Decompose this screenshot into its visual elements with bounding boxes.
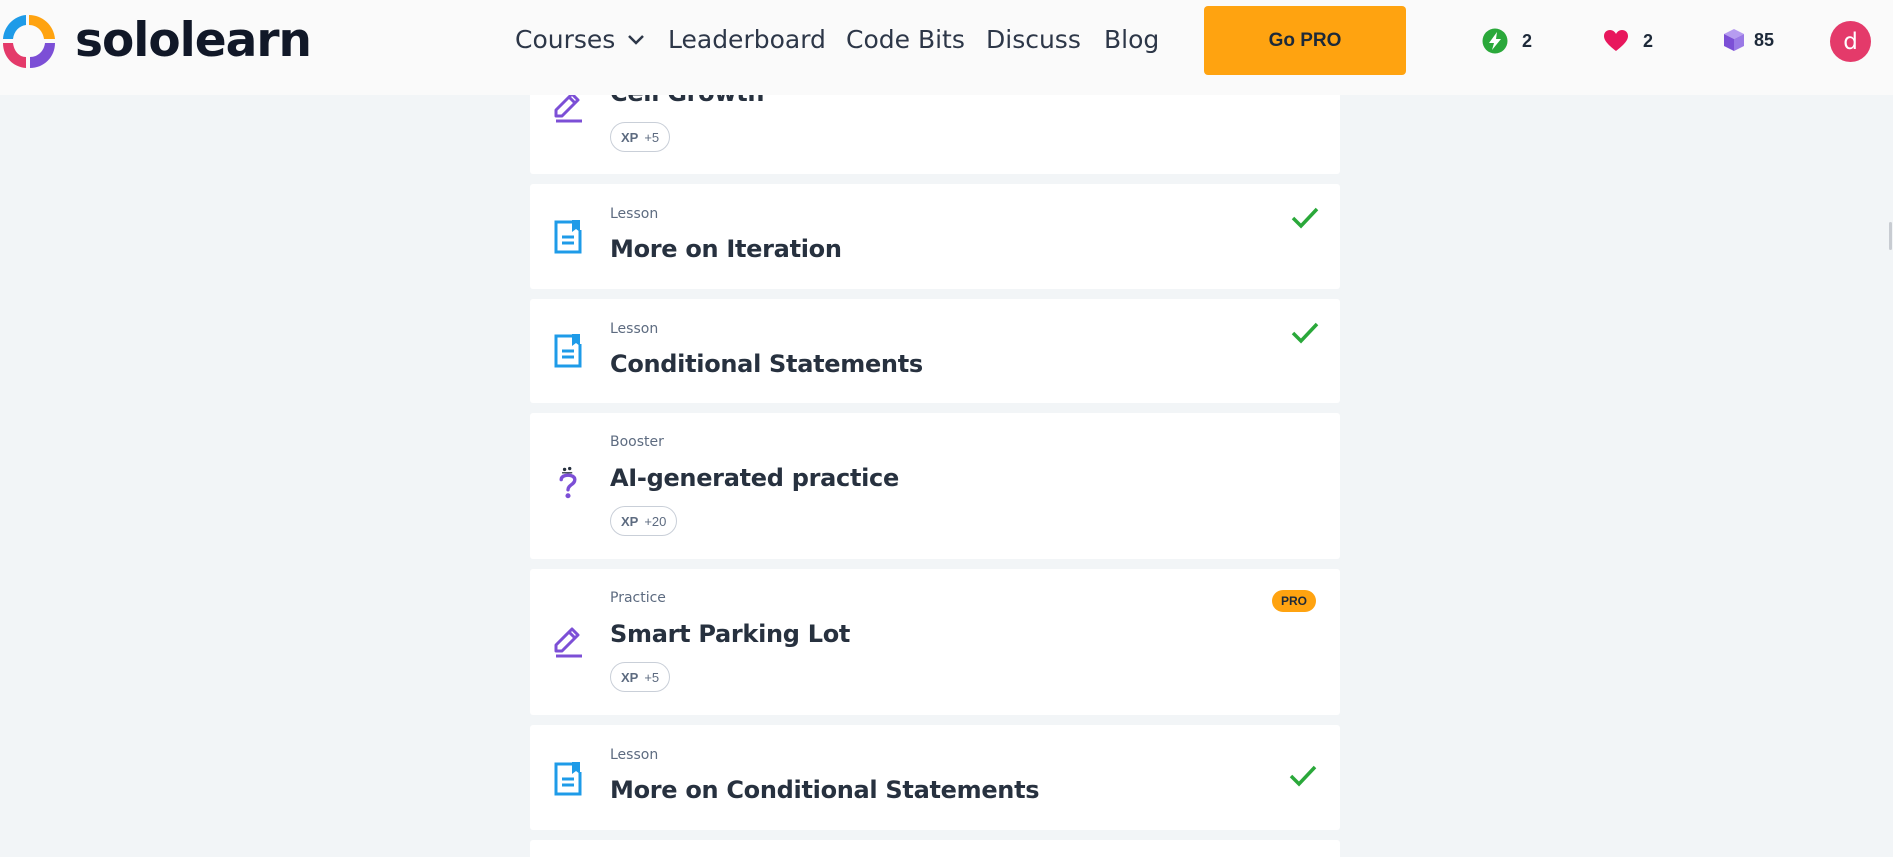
brand-name: sololearn xyxy=(75,13,312,68)
list-item-lesson[interactable]: Lesson More on Iteration xyxy=(530,184,1340,289)
chevron-down-icon xyxy=(628,35,645,45)
list-item[interactable] xyxy=(530,840,1340,857)
avatar[interactable]: d xyxy=(1830,21,1871,62)
item-type: Lesson xyxy=(610,206,659,222)
pencil-icon xyxy=(554,92,582,123)
xp-badge: XP +20 xyxy=(610,506,678,536)
list-item-lesson[interactable]: Lesson More on Conditional Statements xyxy=(530,725,1340,830)
hearts-count: 2 xyxy=(1643,30,1654,51)
item-type: Lesson xyxy=(610,747,659,763)
xp-badge: XP +5 xyxy=(610,122,671,152)
lesson-icon xyxy=(554,762,582,796)
top-navbar: sololearn Courses Leaderboard Code Bits … xyxy=(0,0,1893,95)
item-title: More on Conditional Statements xyxy=(610,776,1040,804)
item-title: More on Iteration xyxy=(610,235,842,263)
go-pro-button[interactable]: Go PRO xyxy=(1204,6,1406,75)
nav-code-bits[interactable]: Code Bits xyxy=(846,23,965,57)
nav-leaderboard[interactable]: Leaderboard xyxy=(668,23,826,57)
lesson-icon xyxy=(554,220,582,254)
lightning-icon xyxy=(1482,28,1508,54)
streak-count: 2 xyxy=(1522,30,1533,51)
scrollbar[interactable] xyxy=(1889,222,1892,250)
item-title: Conditional Statements xyxy=(610,350,923,378)
gem-icon xyxy=(1724,29,1744,51)
hearts-counter[interactable]: 2 xyxy=(1603,28,1653,54)
check-icon xyxy=(1291,207,1319,229)
streak-counter[interactable]: 2 xyxy=(1482,28,1532,54)
nav-blog[interactable]: Blog xyxy=(1104,23,1159,57)
item-title: Smart Parking Lot xyxy=(610,620,851,648)
nav-courses-label: Courses xyxy=(515,25,616,54)
item-type: Lesson xyxy=(610,321,659,337)
lesson-icon xyxy=(554,334,582,368)
logo[interactable]: sololearn xyxy=(0,11,312,71)
pencil-icon xyxy=(554,627,582,658)
item-type: Practice xyxy=(610,590,666,606)
list-item-practice[interactable]: Practice Smart Parking Lot PRO XP +5 xyxy=(530,569,1340,715)
check-icon xyxy=(1289,765,1317,787)
check-icon xyxy=(1291,322,1319,344)
nav-discuss[interactable]: Discuss xyxy=(986,23,1081,57)
item-type: Booster xyxy=(610,434,664,450)
pro-badge: PRO xyxy=(1272,590,1317,612)
xp-badge: XP +5 xyxy=(610,662,671,692)
gems-count: 85 xyxy=(1754,29,1775,50)
list-item-lesson[interactable]: Lesson Conditional Statements xyxy=(530,299,1340,403)
gems-counter[interactable]: 85 xyxy=(1723,28,1774,52)
heart-icon xyxy=(1604,30,1628,51)
sololearn-logo-icon xyxy=(3,15,55,68)
list-item-booster[interactable]: Booster AI-generated practice XP +20 xyxy=(530,413,1340,559)
booster-icon xyxy=(559,466,577,499)
nav-courses[interactable]: Courses xyxy=(515,23,645,57)
item-title: AI-generated practice xyxy=(610,464,899,492)
